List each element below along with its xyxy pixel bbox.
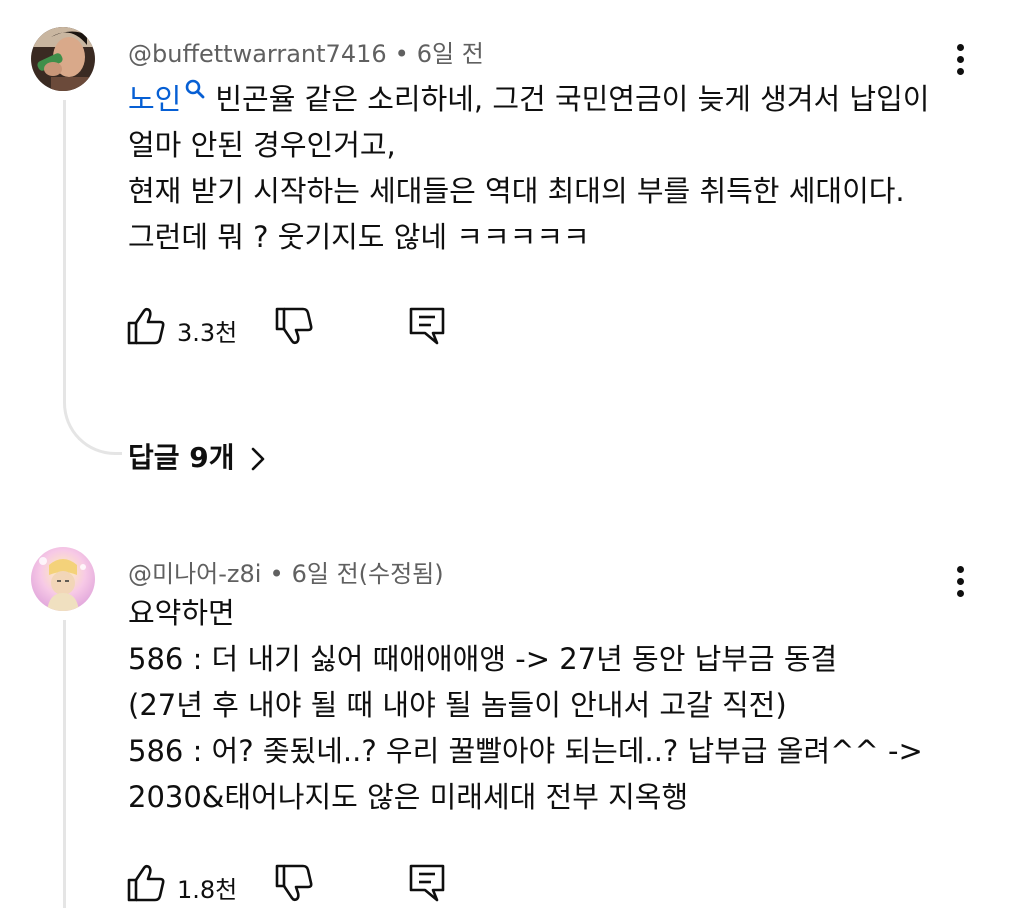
comment-line: 요약하면 [128, 596, 235, 630]
comment-line: (27년 후 내야 될 때 내야 될 놈들이 안내서 고갈 직전) [128, 688, 787, 722]
comment-text: 요약하면 586 : 더 내기 싫어 때애애애앵 -> 27년 동안 납부금 동… [128, 590, 988, 820]
comment-line: 586 : 어? 좆됬네..? 우리 꿀빨아야 되는데..? 납부급 올려^^ … [128, 734, 923, 768]
like-button[interactable]: 1.8천 [125, 862, 245, 908]
timestamp[interactable]: 6일 전(수정됨) [292, 560, 444, 588]
separator-dot: • [269, 560, 284, 588]
more-vert-icon [957, 578, 964, 585]
thumbs-down-icon [275, 864, 313, 902]
dislike-button[interactable] [273, 862, 319, 908]
comment-2: @미나어-z8i • 6일 전(수정됨) 요약하면 586 : 더 내기 싫어 때애… [0, 0, 1024, 908]
more-vert-icon [957, 566, 964, 573]
comment-line: 586 : 더 내기 싫어 때애애애앵 -> 27년 동안 납부금 동결 [128, 642, 838, 676]
avatar[interactable] [31, 547, 95, 611]
comment-reply-icon [409, 864, 445, 902]
reply-button[interactable] [407, 862, 453, 908]
comment-header: @미나어-z8i • 6일 전(수정됨) [128, 554, 444, 589]
like-count: 1.8천 [177, 876, 238, 904]
comment-line: 2030&태어나지도 않은 미래세대 전부 지옥행 [128, 780, 689, 814]
author-name[interactable]: @미나어-z8i [128, 560, 261, 588]
thumbs-up-icon [127, 864, 165, 902]
comment-actions: 1.8천 [125, 862, 465, 908]
thread-line [63, 620, 122, 908]
